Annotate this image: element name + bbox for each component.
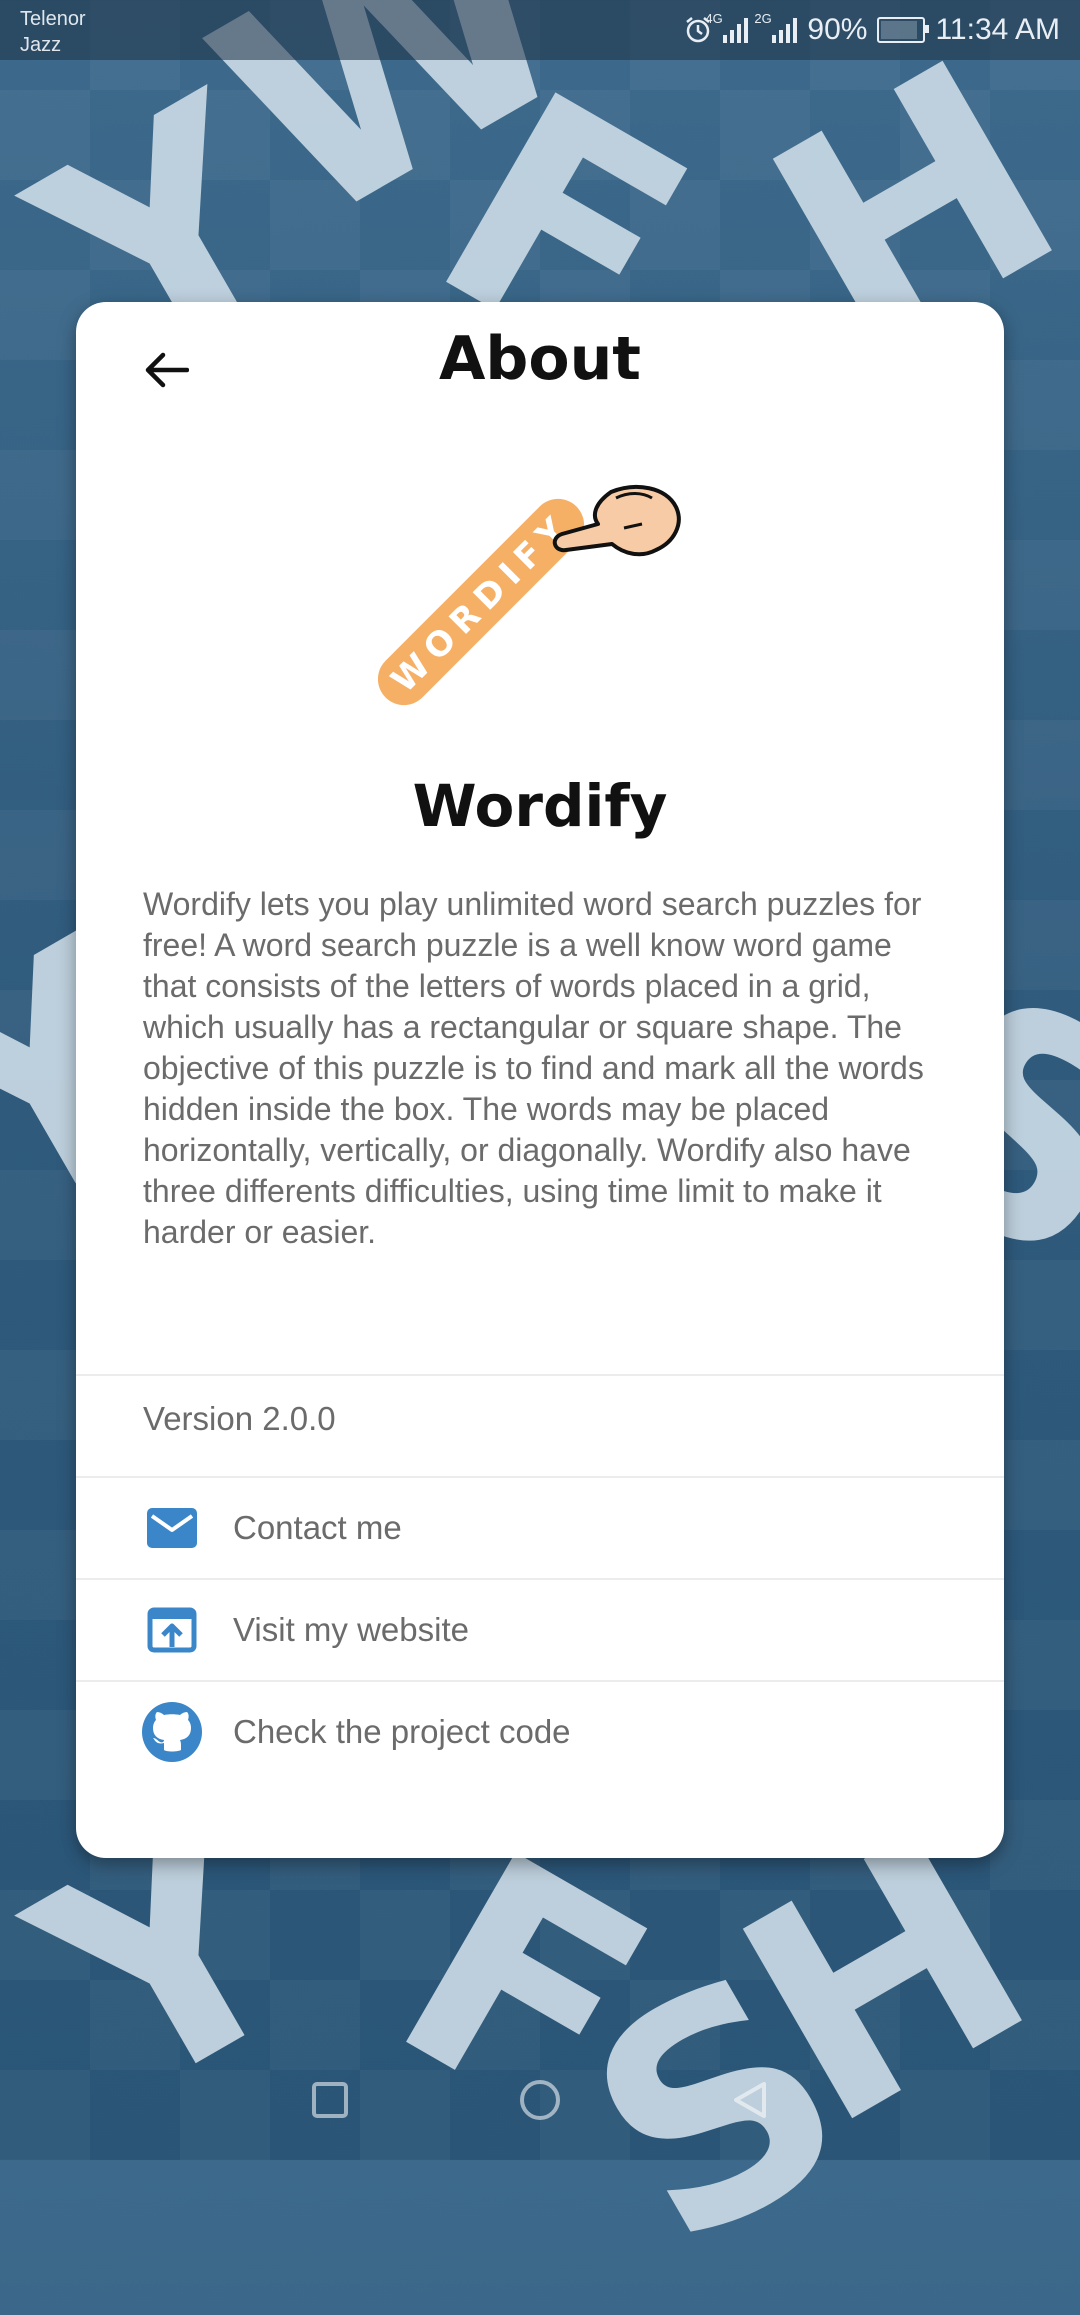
circle-icon xyxy=(520,2080,560,2120)
app-description: Wordify lets you play unlimited word sea… xyxy=(143,886,924,1250)
carrier-line-1: Telenor xyxy=(20,8,86,30)
triangle-back-icon xyxy=(734,2082,766,2118)
carrier-line-2: Jazz xyxy=(20,34,62,56)
home-button[interactable] xyxy=(510,2070,570,2130)
clock: 11:34 AM xyxy=(935,13,1060,46)
contact-me-link[interactable]: Contact me xyxy=(76,1478,1004,1578)
network-type-2: 2G xyxy=(754,11,772,26)
app-name: Wordify xyxy=(412,772,668,840)
status-icons: 4G 2G 90% 11:34 AM xyxy=(683,8,1060,52)
navigation-bar xyxy=(0,2040,1080,2160)
recents-button[interactable] xyxy=(300,2070,360,2130)
mail-icon xyxy=(142,1498,202,1558)
app-logo: WORDIFY xyxy=(377,485,681,706)
open-external-icon xyxy=(142,1600,202,1660)
signal-icon: 2G xyxy=(754,11,798,43)
project-code-label: Check the project code xyxy=(233,1713,571,1750)
status-bar: Telenor Jazz 4G 2G 90% 11:34 AM xyxy=(0,0,1080,60)
contact-me-label: Contact me xyxy=(233,1509,402,1546)
visit-website-label: Visit my website xyxy=(233,1611,469,1648)
square-icon xyxy=(312,2082,348,2118)
battery-icon xyxy=(877,17,930,43)
signal-icon: 4G xyxy=(705,11,749,43)
back-nav-button[interactable] xyxy=(720,2070,780,2130)
divider xyxy=(76,1374,1004,1376)
visit-website-link[interactable]: Visit my website xyxy=(76,1580,1004,1680)
logo-text: WORDIFY xyxy=(384,505,580,701)
battery-percent: 90% xyxy=(807,13,868,46)
github-icon xyxy=(142,1702,202,1762)
carrier-label: Telenor Jazz xyxy=(20,6,86,58)
version-label: Version 2.0.0 xyxy=(143,1400,336,1437)
page-title: About xyxy=(438,324,641,394)
about-card: About WORDIFY Wordify Wordify lets you p… xyxy=(76,302,1004,1858)
project-code-link[interactable]: Check the project code xyxy=(76,1682,1004,1782)
network-type-1: 4G xyxy=(705,11,723,26)
